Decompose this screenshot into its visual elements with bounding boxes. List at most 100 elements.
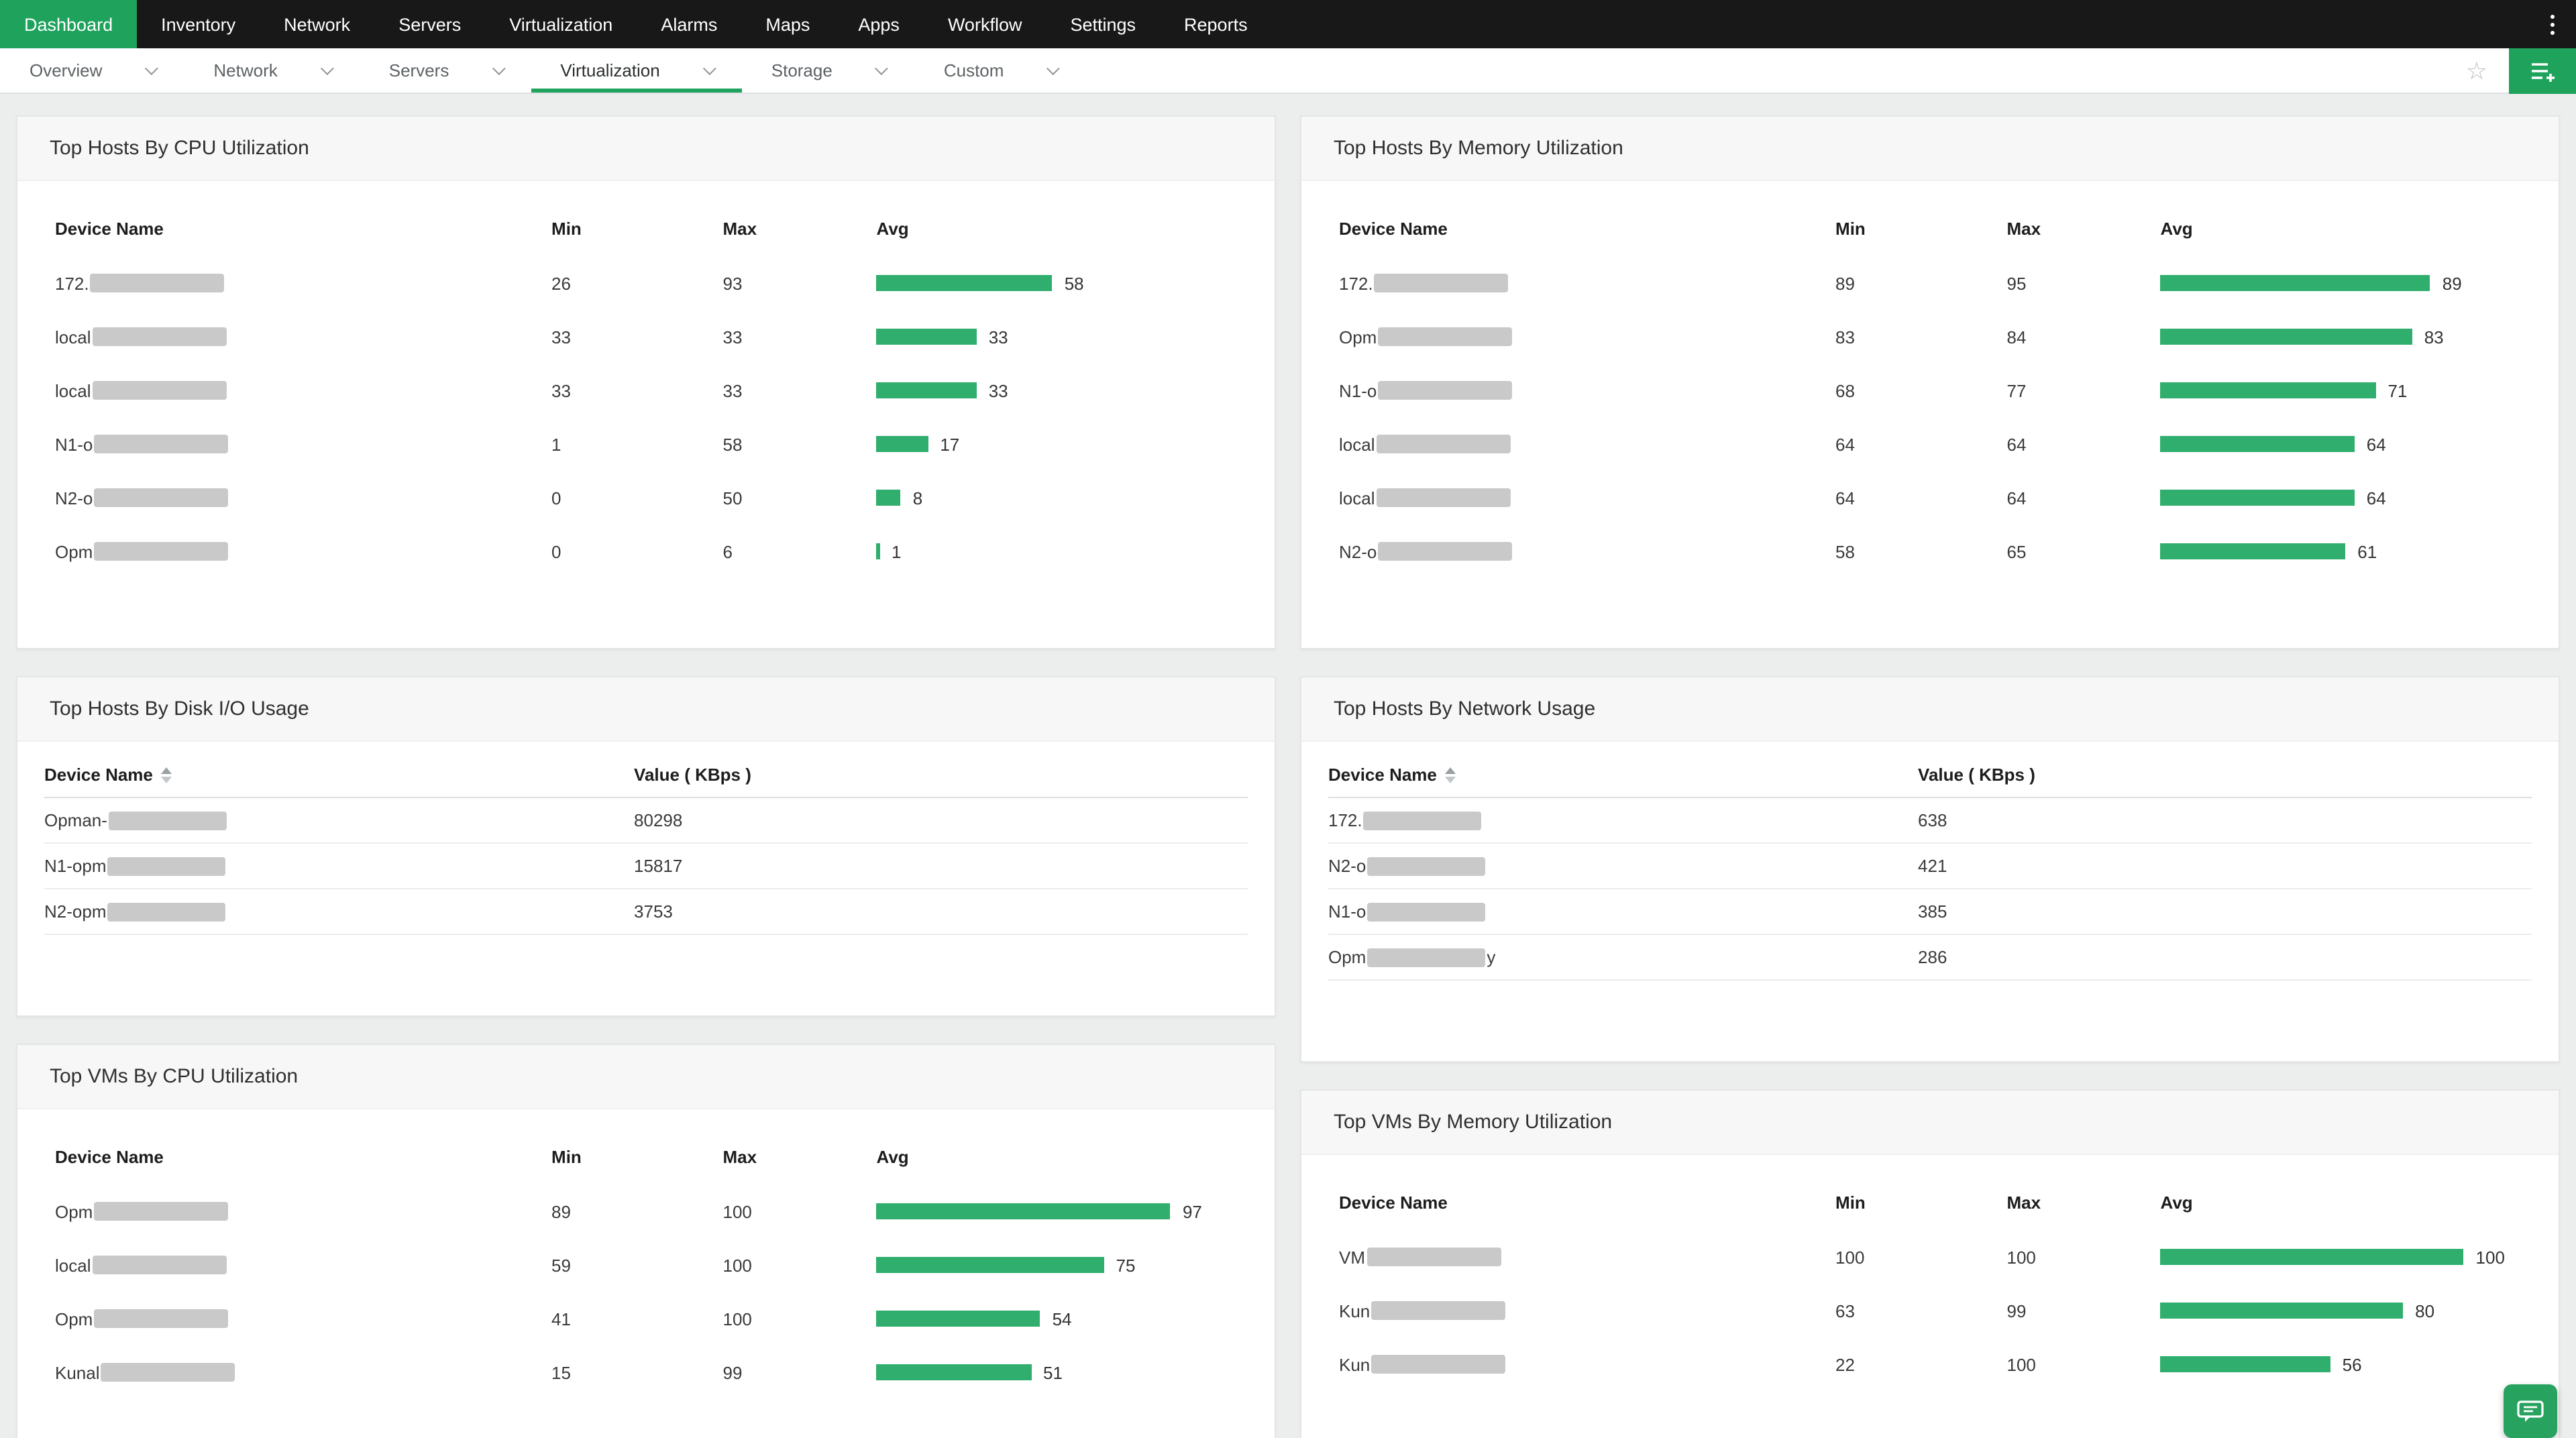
dashboard-menu-add-button[interactable] <box>2509 48 2576 93</box>
device-name[interactable]: N2-o <box>1339 541 1835 561</box>
table-row[interactable]: N2-o 58 65 61 <box>1339 524 2521 578</box>
table-row[interactable]: 172. 638 <box>1328 798 2532 844</box>
top-nav-item-virtualization[interactable]: Virtualization <box>485 0 637 48</box>
chevron-down-icon[interactable] <box>492 62 506 76</box>
device-name[interactable]: N1-o <box>1328 901 1918 922</box>
chevron-down-icon[interactable] <box>320 62 334 76</box>
max-value: 99 <box>722 1362 743 1382</box>
dashboard-tab-custom[interactable]: Custom <box>914 48 1086 93</box>
redacted-device-name <box>94 1309 229 1328</box>
device-name[interactable]: 172. <box>1339 273 1835 293</box>
device-name[interactable]: Opm <box>1339 327 1835 347</box>
device-name[interactable]: 172. <box>55 273 551 293</box>
table-row[interactable]: N2-opm 3753 <box>44 889 1248 935</box>
avg-bar <box>876 275 1053 291</box>
widget-top-hosts-memory: Top Hosts By Memory Utilization Device N… <box>1300 115 2560 649</box>
redacted-device-name <box>101 1363 235 1382</box>
avg-bar <box>2160 275 2430 291</box>
device-name[interactable]: N1-o <box>55 434 551 454</box>
dashboard-tab-storage[interactable]: Storage <box>742 48 914 93</box>
column-header-device-name[interactable]: Device Name <box>1328 765 1918 785</box>
table-row[interactable]: local 33 33 33 <box>55 364 1237 417</box>
device-name[interactable]: Opm y <box>1328 947 1918 967</box>
top-nav-item-dashboard[interactable]: Dashboard <box>0 0 138 48</box>
device-name[interactable]: local <box>1339 488 1835 508</box>
avg-bar <box>2160 329 2412 345</box>
device-name[interactable]: local <box>55 380 551 400</box>
column-header-min: Min <box>1835 1192 1866 1212</box>
table-row[interactable]: N2-o 0 50 8 <box>55 471 1237 524</box>
value-kbps: 638 <box>1918 810 1947 830</box>
min-value: 89 <box>1835 273 1855 293</box>
device-name[interactable]: VM <box>1339 1247 1835 1267</box>
device-name[interactable]: N2-opm <box>44 901 634 922</box>
device-name[interactable]: N1-opm <box>44 856 634 876</box>
device-name[interactable]: Opm <box>55 1201 551 1221</box>
table-row[interactable]: local 64 64 64 <box>1339 471 2521 524</box>
device-name[interactable]: N2-o <box>55 488 551 508</box>
column-header-device-name[interactable]: Device Name <box>44 765 634 785</box>
table-row[interactable]: 172. 26 93 58 <box>55 256 1237 310</box>
column-header-avg: Avg <box>876 218 909 238</box>
table-row[interactable]: local 59 100 75 <box>55 1238 1237 1292</box>
dashboard-tab-servers[interactable]: Servers <box>360 48 531 93</box>
device-name[interactable]: Opm <box>55 1309 551 1329</box>
max-value: 99 <box>2006 1301 2027 1321</box>
dashboard-tab-overview[interactable]: Overview <box>0 48 184 93</box>
top-nav-item-settings[interactable]: Settings <box>1046 0 1160 48</box>
table-row[interactable]: N1-o 385 <box>1328 889 2532 935</box>
table-row[interactable]: Opm 0 6 1 <box>55 524 1237 578</box>
avg-cell: 54 <box>876 1309 1237 1329</box>
device-name[interactable]: N2-o <box>1328 856 1918 876</box>
top-nav-item-apps[interactable]: Apps <box>834 0 924 48</box>
top-nav-item-workflow[interactable]: Workflow <box>924 0 1046 48</box>
top-nav-item-inventory[interactable]: Inventory <box>137 0 260 48</box>
device-name[interactable]: Opm <box>55 541 551 561</box>
device-name[interactable]: local <box>1339 434 1835 454</box>
device-name[interactable]: local <box>55 327 551 347</box>
top-nav-item-alarms[interactable]: Alarms <box>637 0 741 48</box>
table-row[interactable]: local 64 64 64 <box>1339 417 2521 471</box>
favorite-star-icon[interactable]: ☆ <box>2466 58 2487 82</box>
table-row[interactable]: VM 100 100 100 <box>1339 1230 2521 1284</box>
table-row[interactable]: local 33 33 33 <box>55 310 1237 364</box>
kebab-menu-icon[interactable] <box>2529 0 2576 48</box>
chevron-down-icon[interactable] <box>702 62 716 76</box>
widget-top-hosts-disk-io: Top Hosts By Disk I/O Usage Device Name … <box>16 676 1276 1017</box>
table-row[interactable]: Opm y 286 <box>1328 935 2532 981</box>
device-name[interactable]: 172. <box>1328 810 1918 830</box>
table-row[interactable]: N2-o 421 <box>1328 844 2532 889</box>
device-name[interactable]: Opman- <box>44 810 634 830</box>
top-nav-item-reports[interactable]: Reports <box>1160 0 1272 48</box>
avg-cell: 8 <box>876 488 1237 508</box>
dashboard-tab-network[interactable]: Network <box>184 48 359 93</box>
table-row[interactable]: Kunal 15 99 51 <box>55 1345 1237 1399</box>
device-name[interactable]: Kun <box>1339 1354 1835 1374</box>
table-row[interactable]: Kun 63 99 80 <box>1339 1284 2521 1337</box>
chevron-down-icon[interactable] <box>145 62 159 76</box>
top-nav-item-servers[interactable]: Servers <box>374 0 485 48</box>
top-nav-item-maps[interactable]: Maps <box>741 0 834 48</box>
table-row[interactable]: Opm 89 100 97 <box>55 1184 1237 1238</box>
chevron-down-icon[interactable] <box>875 62 889 76</box>
chevron-down-icon[interactable] <box>1046 62 1061 76</box>
device-name[interactable]: Kun <box>1339 1301 1835 1321</box>
table-row[interactable]: Opm 83 84 83 <box>1339 310 2521 364</box>
table-row[interactable]: N1-o 68 77 71 <box>1339 364 2521 417</box>
table-row[interactable]: Kun 22 100 56 <box>1339 1337 2521 1391</box>
dashboard-tabs-actions: ☆ <box>2466 48 2576 93</box>
device-name[interactable]: local <box>55 1255 551 1275</box>
table-row[interactable]: 172. 89 95 89 <box>1339 256 2521 310</box>
avg-cell: 56 <box>2160 1354 2521 1374</box>
support-chat-button[interactable] <box>2504 1384 2557 1438</box>
table-row[interactable]: N1-o 1 58 17 <box>55 417 1237 471</box>
table-row[interactable]: N1-opm 15817 <box>44 844 1248 889</box>
avg-value: 83 <box>2424 327 2444 347</box>
sort-icon <box>160 767 172 783</box>
dashboard-tab-virtualization[interactable]: Virtualization <box>531 48 743 93</box>
table-row[interactable]: Opm 41 100 54 <box>55 1292 1237 1345</box>
device-name[interactable]: N1-o <box>1339 380 1835 400</box>
table-row[interactable]: Opman- 80298 <box>44 798 1248 844</box>
top-nav-item-network[interactable]: Network <box>260 0 374 48</box>
device-name[interactable]: Kunal <box>55 1362 551 1382</box>
